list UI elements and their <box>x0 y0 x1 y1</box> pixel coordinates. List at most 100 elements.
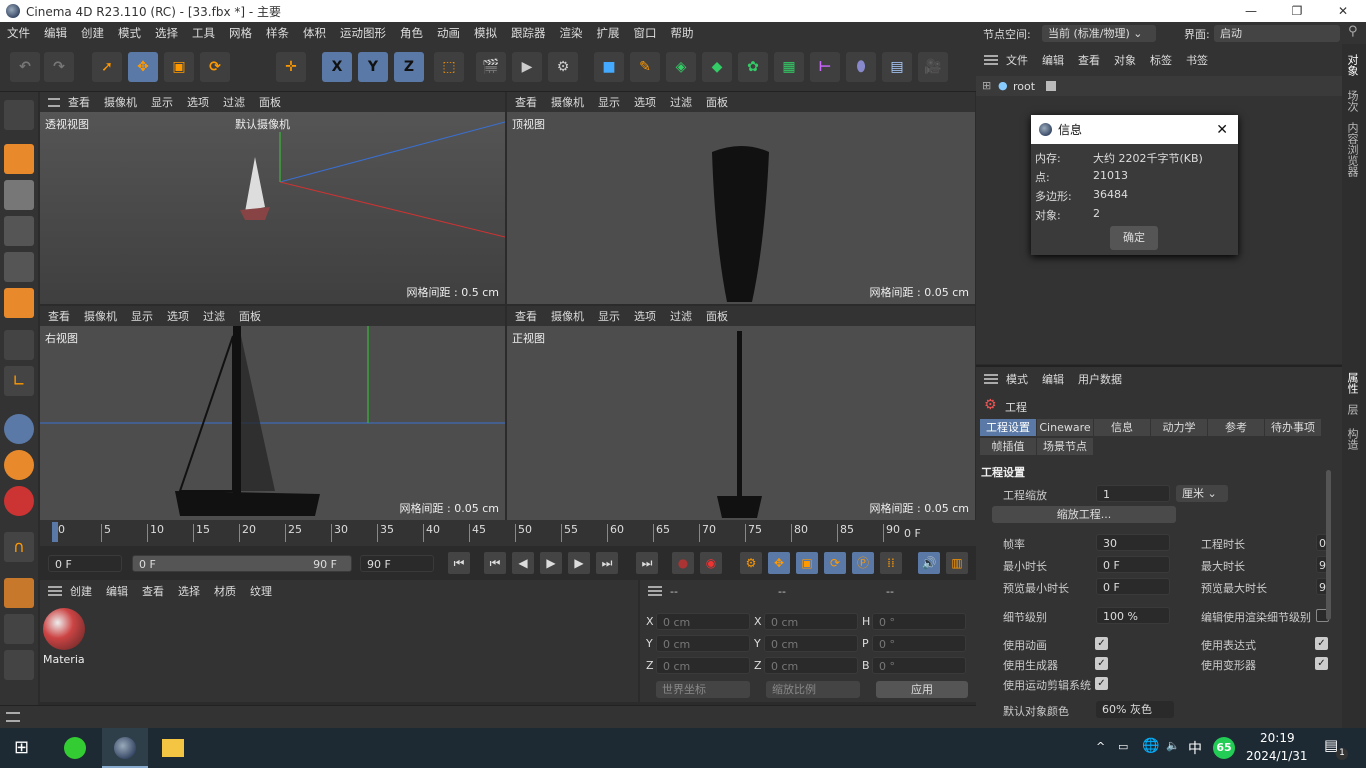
file-explorer-icon[interactable] <box>162 739 184 757</box>
attribute-tab[interactable]: 信息 <box>1094 419 1151 436</box>
use-generators-checkbox[interactable]: ✓ <box>1095 657 1108 670</box>
attribute-menu-edit[interactable]: 编辑 <box>1042 371 1064 387</box>
network-icon[interactable]: 🌐 <box>1142 738 1159 754</box>
show-hidden-icons-icon[interactable]: ^ <box>1096 740 1105 753</box>
next-key-button[interactable]: ⏭ <box>596 552 618 574</box>
menu-item[interactable]: 跟踪器 <box>504 25 553 41</box>
attribute-tab[interactable]: 参考 <box>1208 419 1265 436</box>
viewport-menu-panel[interactable]: 面板 <box>239 308 261 324</box>
snap-quantize-icon[interactable] <box>4 486 34 516</box>
attribute-tab[interactable]: 帧插值 <box>980 438 1037 455</box>
snap-settings-icon[interactable] <box>4 450 34 480</box>
viewport-menu-display[interactable]: 显示 <box>598 94 620 110</box>
record-button[interactable]: ● <box>672 552 694 574</box>
side-tab-attributes[interactable]: 属性 <box>1344 372 1360 394</box>
key-position-icon[interactable]: ✥ <box>768 552 790 574</box>
point-mode-icon[interactable] <box>4 216 34 246</box>
viewport-perspective[interactable]: 透视视图 默认摄像机 网格间距 : 0.5 cm <box>40 112 505 304</box>
coord-field[interactable]: 0 ° <box>872 657 966 674</box>
material-thumbnail[interactable] <box>43 608 85 650</box>
coord-field[interactable]: 0 ° <box>872 613 966 630</box>
maximize-button[interactable]: ❐ <box>1274 0 1320 22</box>
material-menu-texture[interactable]: 纹理 <box>250 583 272 599</box>
ime-indicator[interactable]: 中 <box>1188 738 1202 758</box>
cube-icon[interactable]: ■ <box>594 52 624 82</box>
workplane-lock-icon[interactable] <box>4 614 34 644</box>
menu-item[interactable]: 动画 <box>430 25 467 41</box>
menu-icon[interactable] <box>984 374 998 384</box>
visibility-icon[interactable] <box>1046 81 1056 91</box>
min-time-field[interactable]: 0 F <box>1096 556 1170 573</box>
previous-frame-button[interactable]: ◀ <box>512 552 534 574</box>
film-icon[interactable]: ▥ <box>946 552 968 574</box>
key-rotation-icon[interactable]: ⟳ <box>824 552 846 574</box>
close-button[interactable]: ✕ <box>1320 0 1366 22</box>
viewport-menu-options[interactable]: 选项 <box>634 94 656 110</box>
attribute-tab[interactable]: 待办事项 <box>1265 419 1322 436</box>
attribute-scrollbar[interactable] <box>1326 470 1331 620</box>
menu-item[interactable]: 窗口 <box>627 25 664 41</box>
select-tool-icon[interactable]: ➚ <box>92 52 122 82</box>
world-axis-icon[interactable]: ✛ <box>276 52 306 82</box>
expand-icon[interactable]: ⊞ <box>982 79 991 92</box>
render-view-icon[interactable]: 🎬 <box>476 52 506 82</box>
viewport-menu-filter[interactable]: 过滤 <box>670 94 692 110</box>
volume-icon[interactable]: 🔈 <box>1166 739 1180 752</box>
texture-mode-icon[interactable] <box>4 180 34 210</box>
material-menu-view[interactable]: 查看 <box>142 583 164 599</box>
coordinate-mode-dropdown[interactable]: 世界坐标 <box>656 681 750 698</box>
viewport-menu-filter[interactable]: 过滤 <box>203 308 225 324</box>
viewport-menu-panel[interactable]: 面板 <box>706 94 728 110</box>
search-icon[interactable]: ⚲ <box>1348 24 1358 39</box>
coord-field[interactable]: 0 cm <box>764 635 858 652</box>
lod-field[interactable]: 100 % <box>1096 607 1170 624</box>
object-menu-edit[interactable]: 编辑 <box>1042 52 1064 68</box>
scale-project-button[interactable]: 缩放工程... <box>992 506 1176 523</box>
menu-item[interactable]: 运动图形 <box>333 25 393 41</box>
key-pla-icon[interactable]: ⁞⁞ <box>880 552 902 574</box>
attribute-menu-user-data[interactable]: 用户数据 <box>1078 371 1122 387</box>
menu-item[interactable]: 编辑 <box>37 25 74 41</box>
material-menu-create[interactable]: 创建 <box>70 583 92 599</box>
coord-field[interactable]: 0 ° <box>872 635 966 652</box>
menu-item[interactable]: 角色 <box>393 25 430 41</box>
attribute-tab[interactable]: 动力学 <box>1151 419 1208 436</box>
viewport-menu-panel[interactable]: 面板 <box>706 308 728 324</box>
unit-dropdown[interactable]: 厘米 ⌄ <box>1176 485 1228 502</box>
polygon-mode-icon[interactable] <box>4 288 34 318</box>
viewport-menu-display[interactable]: 显示 <box>131 308 153 324</box>
coord-field[interactable]: 0 cm <box>656 657 750 674</box>
coord-field[interactable]: 0 cm <box>764 613 858 630</box>
viewport-top[interactable]: 顶视图 网格间距 : 0.05 cm <box>507 112 975 304</box>
sound-icon[interactable]: 🔊 <box>918 552 940 574</box>
viewport-menu-view[interactable]: 查看 <box>48 308 70 324</box>
side-tab-takes[interactable]: 场次 <box>1344 90 1360 112</box>
key-scale-icon[interactable]: ▣ <box>796 552 818 574</box>
object-menu-view[interactable]: 查看 <box>1078 52 1100 68</box>
viewport-menu-filter[interactable]: 过滤 <box>223 94 245 110</box>
clock-date[interactable]: 2024/1/31 <box>1246 749 1308 763</box>
render-settings-icon[interactable]: ⚙ <box>548 52 578 82</box>
menu-item[interactable]: 网格 <box>222 25 259 41</box>
axis-mode-icon[interactable]: ∟ <box>4 366 34 396</box>
use-animation-checkbox[interactable]: ✓ <box>1095 637 1108 650</box>
render-picture-viewer-icon[interactable]: ▶ <box>512 52 542 82</box>
ok-button[interactable]: 确定 <box>1110 226 1158 250</box>
cloner-icon[interactable]: ✿ <box>738 52 768 82</box>
side-tab-structure[interactable]: 构造 <box>1344 428 1360 450</box>
menu-icon[interactable] <box>648 586 662 596</box>
menu-item[interactable]: 工具 <box>185 25 222 41</box>
current-frame-field[interactable]: 0 F <box>48 555 122 572</box>
menu-icon[interactable] <box>6 712 20 722</box>
uv-mode-icon[interactable] <box>4 330 34 360</box>
viewport-menu-options[interactable]: 选项 <box>187 94 209 110</box>
attribute-tab[interactable]: Cineware <box>1037 419 1094 436</box>
security-badge[interactable]: 65 <box>1213 737 1235 759</box>
y-axis-lock-button[interactable]: Y <box>358 52 388 82</box>
menu-item[interactable]: 帮助 <box>664 25 701 41</box>
mograph-icon[interactable]: ▦ <box>774 52 804 82</box>
attribute-tab[interactable]: 工程设置 <box>980 419 1037 436</box>
viewport-front[interactable]: 正视图 网格间距 : 0.05 cm <box>507 326 975 520</box>
side-tab-objects[interactable]: 对象 <box>1344 54 1360 76</box>
object-name[interactable]: root <box>1013 80 1035 93</box>
